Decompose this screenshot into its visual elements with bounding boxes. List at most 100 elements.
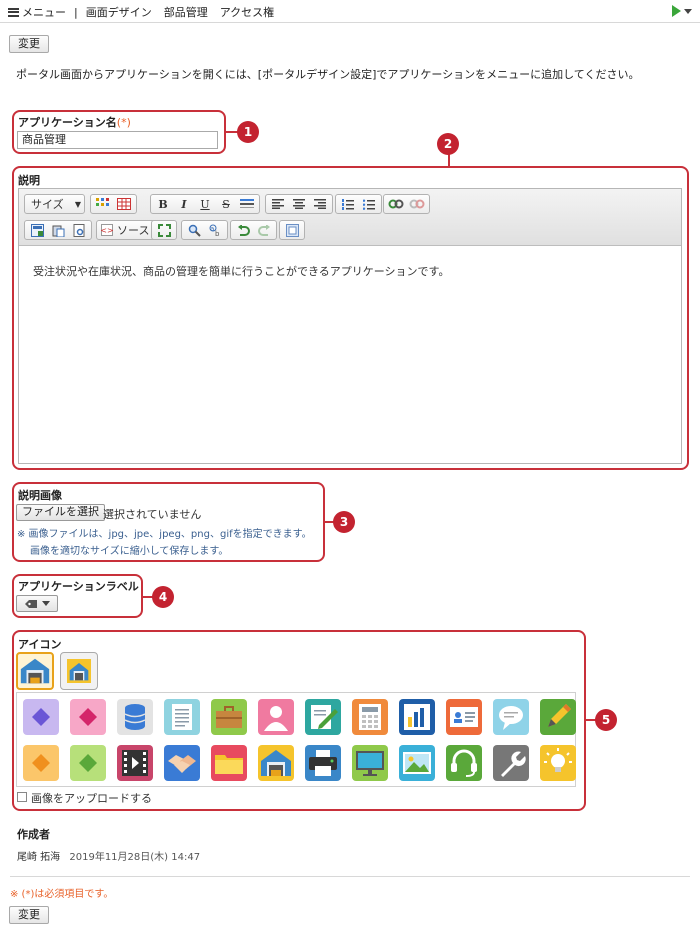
marker-3: 3 xyxy=(333,511,355,533)
editor-toolbar: サイズ ▼ B I U S <> ソース a b xyxy=(19,189,681,246)
bar-chart-icon[interactable] xyxy=(399,699,435,735)
image-icon[interactable] xyxy=(399,745,435,781)
replace-icon[interactable]: ab xyxy=(206,222,224,238)
font-size-select[interactable]: サイズ ▼ xyxy=(24,194,85,214)
breadcrumb-access-rights[interactable]: アクセス権 xyxy=(220,4,274,20)
creator-name: 尾崎 拓海 xyxy=(17,852,61,863)
source-button[interactable]: <> ソース xyxy=(96,220,157,240)
link-group xyxy=(383,194,430,214)
svg-text:b: b xyxy=(215,230,220,237)
document-icon[interactable] xyxy=(164,699,200,735)
chat-bubble-icon[interactable] xyxy=(493,699,529,735)
maximize-group xyxy=(151,220,177,240)
play-icon[interactable] xyxy=(672,5,681,17)
description-image-label: 説明画像 xyxy=(18,489,62,502)
change-button-bottom[interactable]: 変更 xyxy=(9,906,49,924)
link-icon[interactable] xyxy=(387,196,405,212)
menu-link[interactable]: メニュー xyxy=(22,4,66,20)
undo-icon[interactable] xyxy=(234,222,252,238)
rich-text-editor[interactable]: サイズ ▼ B I U S <> ソース a b 受注状況や在庫状況、商品の管理… xyxy=(18,188,682,464)
description-label: 説明 xyxy=(18,174,40,187)
history-group xyxy=(230,220,277,240)
template-group xyxy=(24,220,92,240)
preview-icon[interactable] xyxy=(70,222,88,238)
file-status: 選択されていません xyxy=(103,508,202,521)
list-group xyxy=(335,194,382,214)
unlink-icon[interactable] xyxy=(408,196,426,212)
format-group: B I U S xyxy=(150,194,260,214)
warehouse-grid-icon[interactable] xyxy=(258,745,294,781)
upload-image-label: 画像をアップロードする xyxy=(31,792,152,805)
align-right-icon[interactable] xyxy=(311,196,329,212)
monitor-icon[interactable] xyxy=(352,745,388,781)
chevron-down-icon xyxy=(42,601,50,606)
user-icon[interactable] xyxy=(258,699,294,735)
change-button-top[interactable]: 変更 xyxy=(9,35,49,53)
diamond-pink-icon[interactable] xyxy=(70,699,106,735)
find-icon[interactable] xyxy=(185,222,203,238)
paste-icon[interactable] xyxy=(49,222,67,238)
marker-5: 5 xyxy=(595,709,617,731)
redo-icon[interactable] xyxy=(255,222,273,238)
upload-image-checkbox[interactable] xyxy=(17,792,27,802)
handshake-icon[interactable] xyxy=(164,745,200,781)
id-card-icon[interactable] xyxy=(446,699,482,735)
diamond-green-icon[interactable] xyxy=(70,745,106,781)
menu-icon[interactable] xyxy=(8,7,19,17)
creator-info: 尾崎 拓海 2019年11月28日(木) 14:47 xyxy=(17,848,200,863)
chevron-down-icon[interactable] xyxy=(684,8,692,14)
source-label: ソース xyxy=(117,224,150,237)
printer-icon[interactable] xyxy=(305,745,341,781)
calculator-icon[interactable] xyxy=(352,699,388,735)
numbered-list-icon[interactable] xyxy=(339,196,357,212)
breadcrumb-parts-management[interactable]: 部品管理 xyxy=(164,4,208,20)
marker-1: 1 xyxy=(237,121,259,143)
bulleted-list-icon[interactable] xyxy=(360,196,378,212)
wrench-icon[interactable] xyxy=(493,745,529,781)
light-bulb-icon[interactable] xyxy=(540,745,576,781)
file-select-button[interactable]: ファイルを選択 xyxy=(16,504,105,521)
underline-icon[interactable]: U xyxy=(196,196,214,212)
text-color-icon[interactable] xyxy=(94,196,112,212)
pencil-icon[interactable] xyxy=(540,699,576,735)
align-left-icon[interactable] xyxy=(269,196,287,212)
app-name-input[interactable]: 商品管理 xyxy=(17,131,218,149)
app-label-dropdown[interactable] xyxy=(16,595,58,612)
diamond-orange-icon[interactable] xyxy=(23,745,59,781)
custom-icon-preview[interactable] xyxy=(60,652,98,690)
image-format-hint: ※ 画像ファイルは、jpg、jpe、jpeg、png、gifを指定できます。 xyxy=(17,529,312,540)
marker-2: 2 xyxy=(437,133,459,155)
italic-icon[interactable]: I xyxy=(175,196,193,212)
editor-content[interactable]: 受注状況や在庫状況、商品の管理を簡単に行うことができるアプリケーションです。 xyxy=(33,263,449,279)
table-icon[interactable] xyxy=(115,196,133,212)
edit-document-icon[interactable] xyxy=(305,699,341,735)
bold-icon[interactable]: B xyxy=(154,196,172,212)
run-control[interactable] xyxy=(672,5,692,17)
headset-icon[interactable] xyxy=(446,745,482,781)
horizontal-rule-icon[interactable] xyxy=(238,196,256,212)
breadcrumb: メニュー | 画面デザイン 部品管理 アクセス権 xyxy=(8,4,274,20)
required-note: ※ (*)は必須項目です。 xyxy=(10,889,114,900)
strikethrough-icon[interactable]: S xyxy=(217,196,235,212)
maximize-icon[interactable] xyxy=(155,222,173,238)
blocks-group xyxy=(279,220,305,240)
source-icon: <> xyxy=(100,222,114,238)
diamond-purple-icon[interactable] xyxy=(23,699,59,735)
show-blocks-icon[interactable] xyxy=(283,222,301,238)
selected-icon-preview[interactable] xyxy=(16,652,54,690)
video-icon[interactable] xyxy=(117,745,153,781)
folder-icon[interactable] xyxy=(211,745,247,781)
align-group xyxy=(265,194,333,214)
briefcase-icon[interactable] xyxy=(211,699,247,735)
database-icon[interactable] xyxy=(117,699,153,735)
app-label-label: アプリケーションラベル xyxy=(18,580,139,593)
chevron-down-icon: ▼ xyxy=(74,199,81,209)
icon-picker xyxy=(16,692,576,787)
marker-4: 4 xyxy=(152,586,174,608)
templates-icon[interactable] xyxy=(28,222,46,238)
leader-line-2 xyxy=(448,154,450,167)
breadcrumb-screen-design[interactable]: 画面デザイン xyxy=(86,4,152,20)
image-resize-hint: 画像を適切なサイズに縮小して保存します。 xyxy=(30,546,229,557)
align-center-icon[interactable] xyxy=(290,196,308,212)
warehouse-icon xyxy=(20,658,50,684)
